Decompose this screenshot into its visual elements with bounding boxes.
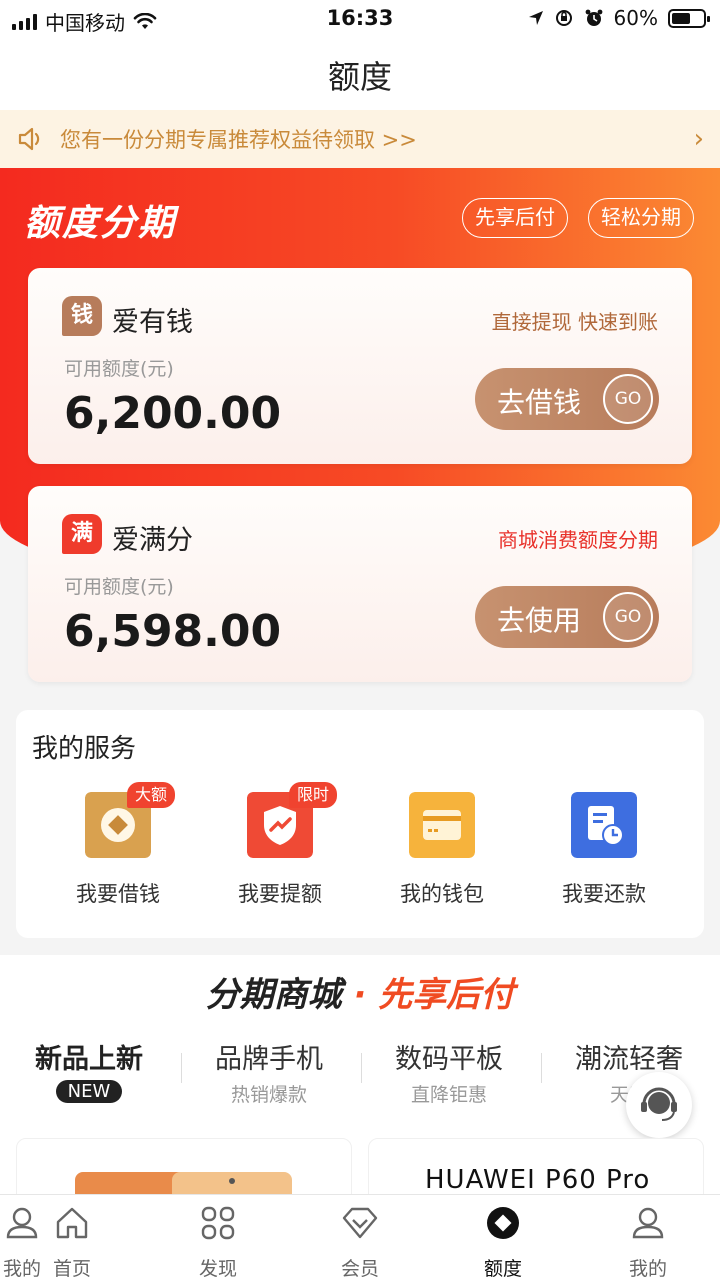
rotation-lock-icon [555,10,572,26]
my-services-panel: 我的服务 大额 我要借钱 限时 我要提额 我的钱包 我要还款 [16,710,704,938]
borrow-button-label: 去借钱 [497,386,582,419]
available-quota-label: 可用额度(元) [64,576,174,598]
battery-percent: 60% [613,6,658,30]
tab-home[interactable]: 首页 [50,1203,94,1280]
category-tab-phones[interactable]: 品牌手机 热销爆款 [184,1037,354,1107]
grid-icon [201,1206,235,1240]
category-tab-new[interactable]: 新品上新 NEW [4,1037,174,1103]
location-arrow-icon [528,11,543,25]
quota-icon [487,1207,519,1239]
badge-large-amount: 大额 [127,782,176,808]
category-tab-digital[interactable]: 数码平板 直降钜惠 [364,1037,534,1107]
pill-easy-installment[interactable]: 轻松分期 [588,198,694,238]
product-tagline: 直接提现 快速到账 [491,310,658,334]
notice-text: 您有一份分期专属推荐权益待领取 >> [60,128,417,152]
qian-logo-icon: 钱 [62,296,102,336]
status-bar: 中国移动 16:33 60% [0,0,720,38]
tab-label: 我的 [628,1258,667,1280]
service-raise-limit[interactable]: 限时 我要提额 [194,782,366,922]
service-borrow[interactable]: 大额 我要借钱 [32,782,204,922]
mall-title-dot: · [353,975,367,1015]
person-icon [6,1207,38,1239]
service-wallet[interactable]: 我的钱包 [356,792,528,922]
service-label: 我要提额 [238,882,322,906]
man-logo-icon: 满 [62,514,102,554]
home-icon [56,1207,88,1239]
tab-discover[interactable]: 发现 [190,1203,246,1280]
alarm-icon [585,9,602,26]
tab-quota[interactable]: 额度 [475,1203,531,1280]
service-repay[interactable]: 我要还款 [518,792,690,922]
tab-label: 发现 [198,1258,237,1280]
mall-title: 分期商城 · 先享后付 [0,967,720,1016]
available-quota-amount: 6,200.00 [64,388,282,439]
wallet-card-icon [409,792,475,858]
product-name: 爱满分 [112,525,193,556]
banner-title: 额度分期 [24,203,177,244]
tab-mine-left[interactable]: 我的 [0,1203,44,1280]
quota-card-aimanfen[interactable]: 满 爱满分 商城消费额度分期 可用额度(元) 6,598.00 去使用 GO [28,486,692,682]
product-tagline: 商城消费额度分期 [498,528,658,552]
chevron-right-icon: › [693,124,704,154]
services-title: 我的服务 [32,734,137,764]
badge-limited-time: 限时 [289,782,338,808]
category-subtitle: 热销爆款 [230,1084,307,1106]
go-icon: GO [603,592,653,642]
person-icon [632,1207,664,1239]
tab-membership[interactable]: 会员 [332,1203,388,1280]
category-title: 潮流轻奢 [575,1044,683,1075]
tab-label: 首页 [52,1258,91,1280]
category-subtitle: 直降钜惠 [410,1084,487,1106]
tab-label: 会员 [340,1258,379,1280]
product-name: HUAWEI P60 Pro [425,1165,651,1195]
use-button[interactable]: 去使用 GO [475,586,659,648]
bill-clock-icon [571,792,637,858]
customer-service-button[interactable] [626,1072,692,1138]
page-title: 额度 [327,58,392,96]
divider [361,1053,362,1083]
quota-card-aiyouqian[interactable]: 钱 爱有钱 直接提现 快速到账 可用额度(元) 6,200.00 去借钱 GO [28,268,692,464]
pill-pay-later[interactable]: 先享后付 [462,198,568,238]
category-title: 数码平板 [395,1044,503,1075]
available-quota-amount: 6,598.00 [64,606,282,657]
tab-label: 我的 [2,1258,41,1280]
category-title: 品牌手机 [215,1044,323,1075]
service-label: 我要还款 [562,882,646,906]
service-label: 我要借钱 [76,882,160,906]
mall-title-a: 分期商城 [205,975,342,1015]
bottom-tab-bar: 我的 首页 发现 会员 额度 我的 [0,1194,720,1280]
speaker-icon [18,127,40,151]
tab-mine[interactable]: 我的 [620,1203,676,1280]
borrow-button[interactable]: 去借钱 GO [475,368,659,430]
promo-notice-bar[interactable]: 您有一份分期专属推荐权益待领取 >> › [0,110,720,168]
nav-header: 额度 [0,38,720,110]
status-right: 60% [528,6,710,30]
headset-icon [641,1087,677,1121]
service-label: 我的钱包 [400,882,484,906]
go-icon: GO [603,374,653,424]
mall-title-b: 先享后付 [378,975,515,1015]
divider [541,1053,542,1083]
tab-label: 额度 [483,1258,522,1280]
divider [181,1053,182,1083]
new-badge: NEW [55,1080,123,1103]
battery-icon [668,8,710,28]
product-name: 爱有钱 [112,307,193,338]
phone-image [75,1172,292,1202]
category-title: 新品上新 [35,1044,143,1075]
use-button-label: 去使用 [497,604,582,637]
diamond-icon [342,1207,378,1239]
available-quota-label: 可用额度(元) [64,358,174,380]
